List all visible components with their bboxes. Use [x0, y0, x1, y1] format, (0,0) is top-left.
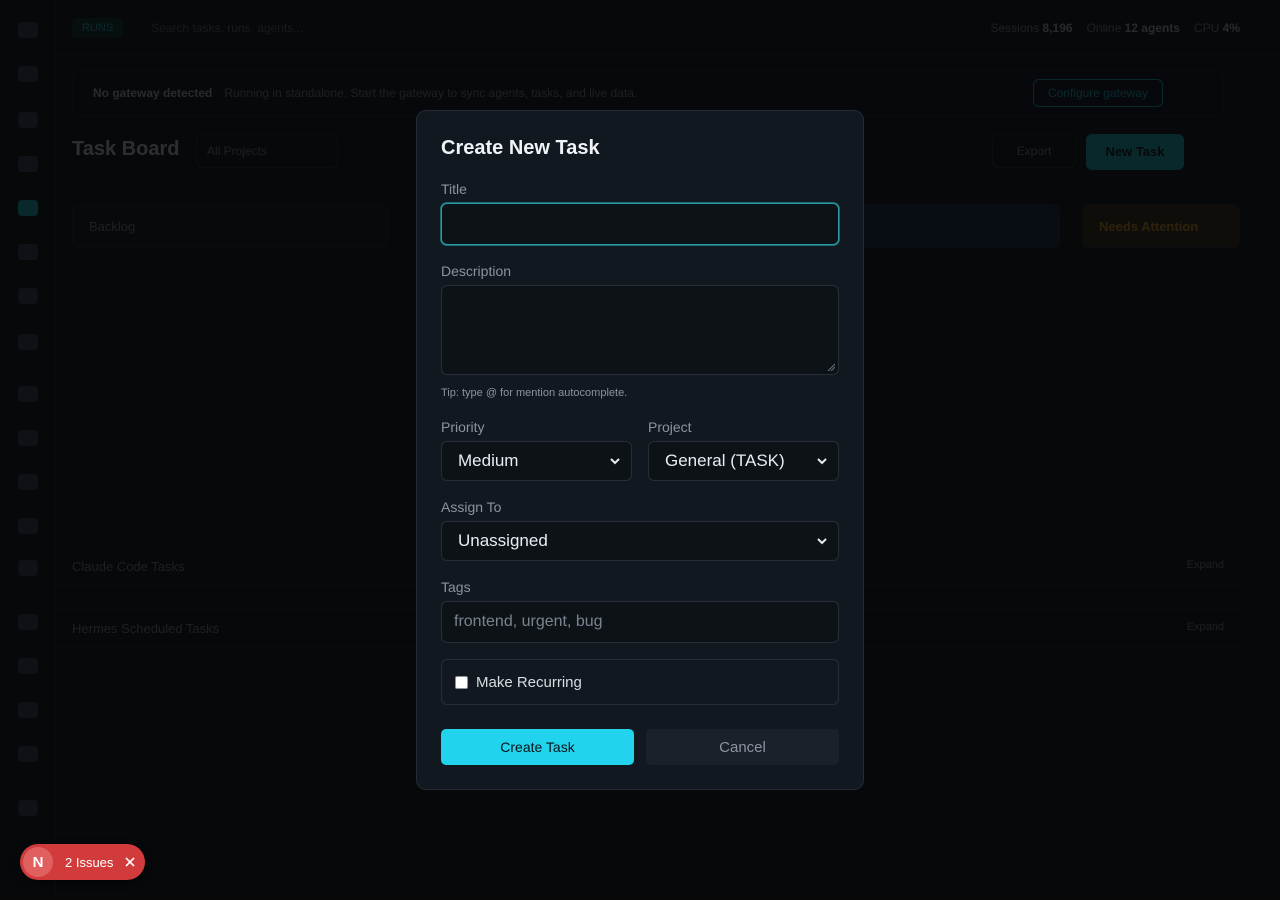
project-select[interactable]: General (TASK)	[648, 441, 839, 481]
recurring-row[interactable]: Make Recurring	[441, 659, 839, 705]
assign-select[interactable]: Unassigned	[441, 521, 839, 561]
recurring-checkbox[interactable]	[455, 675, 468, 689]
title-input[interactable]	[441, 203, 839, 245]
priority-value: Medium	[458, 451, 519, 470]
description-textarea[interactable]	[441, 285, 839, 375]
chevron-down-icon	[610, 458, 620, 465]
chevron-down-icon	[817, 458, 827, 465]
assign-value: Unassigned	[458, 531, 548, 550]
project-label: Project	[648, 419, 692, 435]
resize-grip-icon[interactable]	[827, 363, 835, 371]
dev-tools-logo[interactable]: N	[23, 847, 53, 877]
priority-label: Priority	[441, 419, 485, 435]
cancel-button[interactable]: Cancel	[646, 729, 839, 765]
tags-label: Tags	[441, 579, 471, 595]
title-label: Title	[441, 181, 467, 197]
tags-input[interactable]: frontend, urgent, bug	[441, 601, 839, 643]
project-value: General (TASK)	[665, 451, 785, 470]
create-task-button[interactable]: Create Task	[441, 729, 634, 765]
chevron-down-icon	[817, 538, 827, 545]
issues-count[interactable]: 2 Issues	[65, 855, 113, 870]
close-icon[interactable]	[125, 857, 135, 867]
assign-label: Assign To	[441, 499, 502, 515]
issues-badge[interactable]: N 2 Issues	[20, 844, 145, 880]
tags-placeholder: frontend, urgent, bug	[454, 613, 603, 630]
modal-title: Create New Task	[441, 137, 600, 159]
recurring-label[interactable]: Make Recurring	[476, 674, 582, 691]
create-task-modal: Create New Task Title Description Tip: t…	[416, 110, 864, 790]
priority-select[interactable]: Medium	[441, 441, 632, 481]
description-label: Description	[441, 263, 512, 279]
mention-tip: Tip: type @ for mention autocomplete.	[441, 387, 628, 399]
